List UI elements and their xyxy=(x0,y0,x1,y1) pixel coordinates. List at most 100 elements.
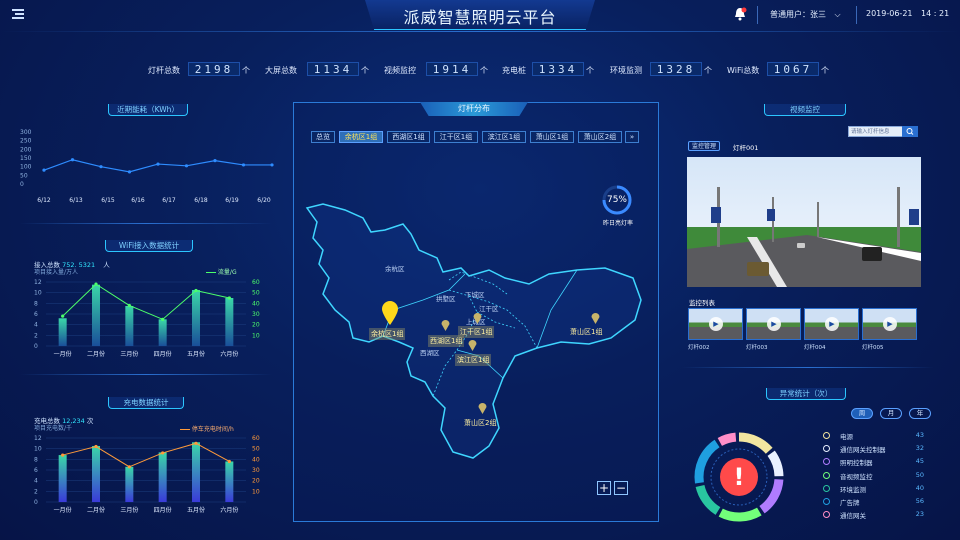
data-point xyxy=(127,303,131,308)
monitor-thumb[interactable]: ▶ xyxy=(804,308,859,340)
pin-label[interactable]: 萧山区2组 xyxy=(462,417,498,429)
thumb-label: 灯杆005 xyxy=(862,345,884,351)
ring-segment xyxy=(718,507,762,522)
wifi-legend-label: 流量/G xyxy=(217,269,237,276)
pin-label[interactable]: 萧山区1组 xyxy=(568,326,604,338)
data-point xyxy=(61,453,65,457)
bar xyxy=(192,290,200,346)
monitor-thumb[interactable]: ▶ xyxy=(746,308,801,340)
monitor-thumb[interactable]: ▶ xyxy=(688,308,743,340)
monitor-thumb[interactable]: ▶ xyxy=(862,308,917,340)
alarm-name: 音视频监控 xyxy=(840,472,873,481)
x-tick-label: 一月份 xyxy=(54,350,72,358)
zoom-out-button[interactable]: − xyxy=(614,481,628,495)
chevron-down-icon: ⌵ xyxy=(834,10,841,19)
period-tab[interactable]: 年 xyxy=(909,408,931,419)
alarm-value: 56 xyxy=(915,497,924,505)
stat-value: 1328 xyxy=(650,62,702,76)
district-label: 下城区 xyxy=(465,291,485,299)
data-point xyxy=(127,170,132,174)
camera-main-view[interactable] xyxy=(687,157,921,287)
bell-icon[interactable] xyxy=(733,7,747,21)
map-tab[interactable]: 余杭区1组 xyxy=(339,131,383,143)
data-point xyxy=(156,162,160,166)
x-tick-label: 六月份 xyxy=(220,350,238,358)
y-tick-label: 8 xyxy=(34,300,38,307)
pin-label[interactable]: 余杭区1组 xyxy=(369,328,406,340)
pin-label[interactable]: 滨江区1组 xyxy=(455,354,492,366)
bar xyxy=(225,461,234,502)
ring-segment xyxy=(738,432,773,454)
video-panel-title: 视频监控 xyxy=(764,104,846,116)
data-point xyxy=(213,159,217,163)
legend-dot-icon xyxy=(823,511,830,519)
map-tab[interactable]: 萧山区1组 xyxy=(530,131,574,143)
legend-dot-icon xyxy=(823,458,830,466)
alarm-value: 32 xyxy=(915,444,924,453)
user-menu[interactable]: 普通用户：张三 ⌵ xyxy=(770,9,841,21)
alarm-value: 45 xyxy=(915,457,924,466)
bar xyxy=(92,284,100,346)
x-tick-label: 三月份 xyxy=(120,506,138,514)
wifi-legend: 流量/G xyxy=(206,267,237,276)
tabs-more-button[interactable]: » xyxy=(625,131,639,143)
alarm-name: 照明控制器 xyxy=(840,459,873,468)
user-name: 普通用户：张三 xyxy=(770,10,826,19)
map-tab[interactable]: 总览 xyxy=(311,131,335,143)
map-pin-icon[interactable] xyxy=(472,311,483,327)
y-tick-label: 10 xyxy=(34,290,42,297)
ring-segment xyxy=(759,478,784,514)
data-point xyxy=(161,451,165,455)
secondary-series-line xyxy=(62,442,230,468)
x-tick-label: 6/17 xyxy=(162,197,176,204)
wifi-panel-title: WiFi接入数据统计 xyxy=(105,240,193,252)
stat-unit: 个 xyxy=(361,66,369,75)
data-point xyxy=(70,158,75,162)
wifi-axis-label: 项目接入量/万人 xyxy=(34,269,79,276)
y-tick-label: 200 xyxy=(20,146,32,153)
y-tick-label: 6 xyxy=(34,467,38,474)
period-tab[interactable]: 月 xyxy=(880,408,902,419)
data-point xyxy=(194,441,198,445)
map-tab[interactable]: 滨江区1组 xyxy=(482,131,526,143)
map-tab[interactable]: 萧山区2组 xyxy=(578,131,622,143)
y2-tick-label: 60 xyxy=(252,435,260,442)
map-pin-icon[interactable] xyxy=(477,401,488,417)
bar xyxy=(125,466,134,502)
data-point xyxy=(194,288,198,293)
x-tick-label: 6/15 xyxy=(101,197,115,204)
map-pin-icon[interactable] xyxy=(467,338,478,354)
data-point xyxy=(161,317,165,321)
map-pin-icon[interactable] xyxy=(590,311,601,327)
search-button[interactable] xyxy=(902,126,918,137)
period-tab[interactable]: 周 xyxy=(851,408,873,419)
y-tick-label: 8 xyxy=(34,456,38,463)
play-icon: ▶ xyxy=(883,317,897,331)
zoom-in-button[interactable]: + xyxy=(597,481,611,495)
y-tick-label: 150 xyxy=(20,155,32,162)
x-tick-label: 一月份 xyxy=(54,506,72,514)
stat-value: 2198 xyxy=(188,62,240,76)
map-tab[interactable]: 西湖区1组 xyxy=(387,131,430,143)
monitor-manage-button[interactable]: 监控管理 xyxy=(688,141,721,151)
y2-tick-label: 20 xyxy=(252,478,260,485)
alarm-name: 通信网关控制器 xyxy=(840,446,886,455)
pin-label[interactable]: 江干区1组 xyxy=(458,326,495,338)
map-pin-active-icon[interactable] xyxy=(380,300,400,326)
page-title: 派威智慧照明云平台 xyxy=(403,8,557,27)
y2-tick-label: 30 xyxy=(252,467,260,474)
monitor-list-title: 监控列表 xyxy=(689,299,715,307)
stat-label: WiFi总数 xyxy=(727,66,760,75)
district-label: 拱墅区 xyxy=(436,295,456,303)
map-pin-icon[interactable] xyxy=(440,318,451,334)
divider xyxy=(757,6,758,24)
x-tick-label: 二月份 xyxy=(87,506,105,514)
y2-tick-label: 20 xyxy=(252,322,260,329)
map-tab[interactable]: 江干区1组 xyxy=(434,131,478,143)
stat-unit: 个 xyxy=(821,66,829,75)
ring-segment xyxy=(694,439,720,484)
alarm-panel-title: 异常统计（次） xyxy=(766,388,846,400)
menu-icon[interactable] xyxy=(12,9,26,20)
x-tick-label: 四月份 xyxy=(154,506,172,514)
data-point xyxy=(127,465,131,469)
